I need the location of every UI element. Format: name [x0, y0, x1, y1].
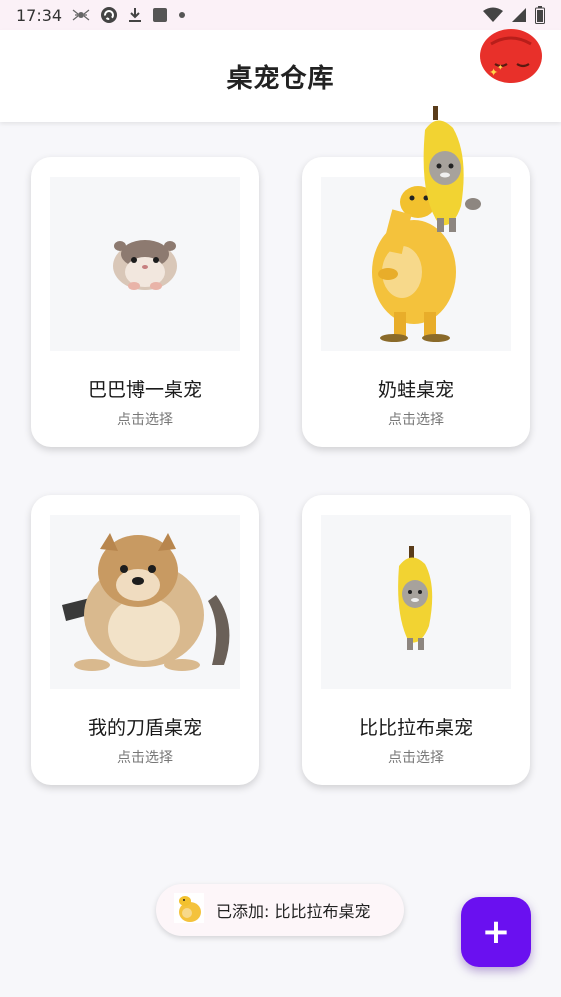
pet-image: [321, 515, 511, 689]
pet-name: 巴巴博一桌宠: [87, 379, 202, 401]
status-bar: 17:34: [0, 0, 561, 30]
banana-cat-icon: [391, 546, 441, 658]
yellow-frog-icon: [174, 893, 204, 927]
pet-hint: 点击选择: [117, 750, 173, 766]
square-icon: [152, 7, 168, 23]
hamster-icon: [110, 232, 180, 296]
dot-icon: [178, 11, 186, 19]
wifi-icon: [483, 7, 503, 23]
pet-name: 我的刀盾桌宠: [87, 717, 202, 739]
added-toast: 已添加: 比比拉布桌宠: [156, 884, 404, 936]
page-title: 桌宠仓库: [226, 63, 335, 94]
pet-hint: 点击选择: [388, 412, 444, 428]
battery-icon: [535, 6, 545, 24]
pet-hint: 点击选择: [388, 750, 444, 766]
pet-name: 比比拉布桌宠: [358, 717, 473, 739]
banana-cat-icon[interactable]: [415, 106, 485, 236]
pet-hint: 点击选择: [117, 412, 173, 428]
signal-icon: [511, 7, 527, 23]
avatar[interactable]: ✦ ✦: [479, 28, 543, 84]
pet-card-3[interactable]: 我的刀盾桌宠 点击选择: [31, 495, 259, 785]
status-time: 17:34: [16, 5, 63, 25]
pet-name: 奶蛙桌宠: [377, 379, 454, 401]
shield-doge-icon: [52, 525, 238, 679]
sync-icon: [100, 6, 118, 24]
pet-card-4[interactable]: 比比拉布桌宠 点击选择: [302, 495, 530, 785]
add-pet-button[interactable]: +: [461, 897, 531, 967]
pet-image: [50, 177, 240, 351]
toast-text: 已添加: 比比拉布桌宠: [216, 902, 371, 921]
spider-icon: [72, 7, 90, 23]
pet-card-1[interactable]: 巴巴博一桌宠 点击选择: [31, 157, 259, 447]
pet-image: [50, 515, 240, 689]
svg-text:✦: ✦: [497, 63, 504, 72]
download-icon: [128, 7, 142, 23]
